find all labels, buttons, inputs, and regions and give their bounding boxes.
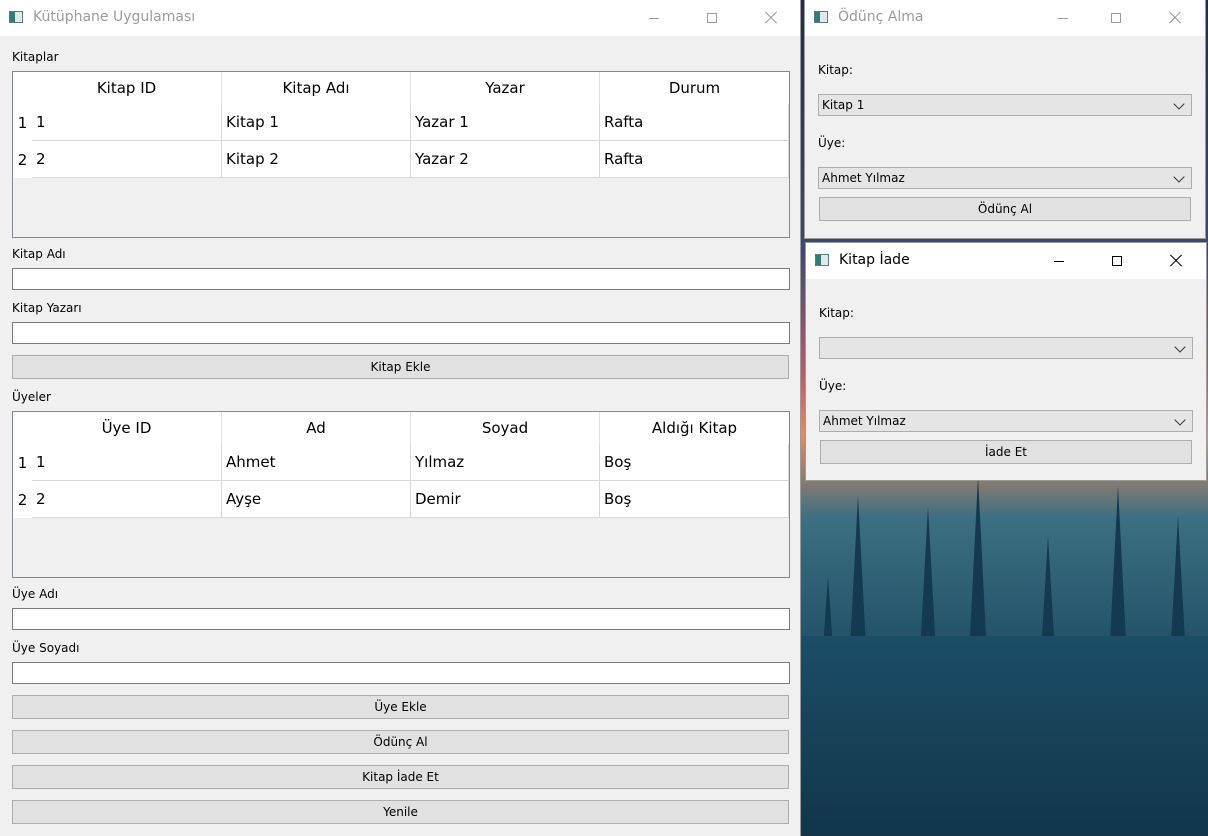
refresh-button[interactable]: Yenile xyxy=(12,800,789,824)
borrow-button[interactable]: Ödünç Al xyxy=(12,730,789,754)
main-window-titlebar[interactable]: Kütüphane Uygulaması xyxy=(0,0,800,36)
book-name-input[interactable] xyxy=(12,268,790,290)
row-header[interactable]: 1 xyxy=(13,444,32,481)
minimize-icon xyxy=(649,17,659,19)
row-header[interactable]: 2 xyxy=(13,481,32,518)
books-table[interactable]: Kitap ID Kitap Adı Yazar Durum 1 1 Kitap… xyxy=(12,71,790,238)
return-window: Kitap İade Kitap: Üye: Ahmet Yılmaz İade… xyxy=(806,243,1206,480)
column-header[interactable]: Ad xyxy=(222,412,411,444)
table-cell[interactable]: Ahmet xyxy=(222,444,411,481)
table-corner xyxy=(13,72,32,104)
book-author-input[interactable] xyxy=(12,322,790,344)
borrow-window-title: Ödünç Alma xyxy=(838,9,924,25)
member-surname-input[interactable] xyxy=(12,662,790,684)
column-header[interactable]: Durum xyxy=(600,72,789,104)
table-cell[interactable]: Rafta xyxy=(600,141,789,178)
minimize-button[interactable] xyxy=(631,0,677,36)
books-section-label: Kitaplar xyxy=(12,50,59,64)
member-name-label: Üye Adı xyxy=(12,587,59,601)
return-member-label: Üye: xyxy=(819,379,847,393)
app-icon xyxy=(814,11,828,23)
close-button[interactable] xyxy=(748,0,794,36)
return-book-select[interactable] xyxy=(819,337,1193,359)
book-name-label: Kitap Adı xyxy=(12,247,66,261)
minimize-button[interactable] xyxy=(1036,243,1082,279)
maximize-icon xyxy=(1112,256,1122,266)
members-section-label: Üyeler xyxy=(12,390,51,404)
return-member-select[interactable]: Ahmet Yılmaz xyxy=(819,410,1193,432)
close-button[interactable] xyxy=(1152,0,1198,36)
minimize-button[interactable] xyxy=(1040,0,1086,36)
table-cell[interactable]: Demir xyxy=(411,481,600,518)
table-cell[interactable]: Boş xyxy=(600,444,789,481)
table-cell[interactable]: 1 xyxy=(32,444,222,481)
close-icon xyxy=(1169,12,1181,24)
add-member-button[interactable]: Üye Ekle xyxy=(12,695,789,719)
borrow-book-selected: Kitap 1 xyxy=(822,98,865,112)
table-cell[interactable]: Rafta xyxy=(600,104,789,141)
app-icon xyxy=(815,254,829,266)
table-corner xyxy=(13,412,32,444)
chevron-down-icon xyxy=(1173,171,1185,183)
close-icon xyxy=(765,12,777,24)
row-header[interactable]: 1 xyxy=(13,104,32,141)
table-cell[interactable]: Kitap 2 xyxy=(222,141,411,178)
chevron-down-icon xyxy=(1174,414,1186,426)
maximize-button[interactable] xyxy=(689,0,735,36)
book-author-label: Kitap Yazarı xyxy=(12,301,82,315)
table-cell[interactable]: Yazar 2 xyxy=(411,141,600,178)
maximize-icon xyxy=(707,13,717,23)
maximize-button[interactable] xyxy=(1093,0,1139,36)
column-header[interactable]: Yazar xyxy=(411,72,600,104)
return-book-button[interactable]: Kitap İade Et xyxy=(12,765,789,789)
table-cell[interactable]: Kitap 1 xyxy=(222,104,411,141)
table-cell[interactable]: 2 xyxy=(32,481,222,518)
column-header[interactable]: Üye ID xyxy=(32,412,222,444)
return-window-title: Kitap İade xyxy=(839,252,910,268)
member-name-input[interactable] xyxy=(12,608,790,630)
close-button[interactable] xyxy=(1153,243,1199,279)
maximize-icon xyxy=(1111,13,1121,23)
return-member-selected: Ahmet Yılmaz xyxy=(823,414,906,428)
member-surname-label: Üye Soyadı xyxy=(12,641,80,655)
table-cell[interactable]: Boş xyxy=(600,481,789,518)
column-header[interactable]: Kitap ID xyxy=(32,72,222,104)
table-cell[interactable]: Yazar 1 xyxy=(411,104,600,141)
table-cell[interactable]: 2 xyxy=(32,141,222,178)
borrow-book-label: Kitap: xyxy=(818,63,853,77)
borrow-member-select[interactable]: Ahmet Yılmaz xyxy=(818,167,1192,189)
row-header[interactable]: 2 xyxy=(13,141,32,178)
minimize-icon xyxy=(1058,17,1068,19)
borrow-window-titlebar[interactable]: Ödünç Alma xyxy=(805,0,1205,36)
chevron-down-icon xyxy=(1174,341,1186,353)
borrow-book-select[interactable]: Kitap 1 xyxy=(818,94,1192,116)
borrow-window: Ödünç Alma Kitap: Kitap 1 Üye: Ahmet Yıl… xyxy=(805,0,1205,238)
main-window: Kütüphane Uygulaması Kitaplar Kitap ID K… xyxy=(0,0,800,836)
close-icon xyxy=(1170,255,1182,267)
column-header[interactable]: Soyad xyxy=(411,412,600,444)
borrow-submit-button[interactable]: Ödünç Al xyxy=(819,197,1191,221)
borrow-member-label: Üye: xyxy=(818,136,846,150)
app-icon xyxy=(9,11,23,23)
minimize-icon xyxy=(1054,260,1064,262)
main-window-title: Kütüphane Uygulaması xyxy=(33,9,196,25)
maximize-button[interactable] xyxy=(1094,243,1140,279)
members-table[interactable]: Üye ID Ad Soyad Aldığı Kitap 1 1 Ahmet Y… xyxy=(12,411,790,578)
table-cell[interactable]: 1 xyxy=(32,104,222,141)
add-book-button[interactable]: Kitap Ekle xyxy=(12,355,789,379)
column-header[interactable]: Kitap Adı xyxy=(222,72,411,104)
borrow-member-selected: Ahmet Yılmaz xyxy=(822,171,905,185)
column-header[interactable]: Aldığı Kitap xyxy=(600,412,789,444)
chevron-down-icon xyxy=(1173,98,1185,110)
return-window-titlebar[interactable]: Kitap İade xyxy=(806,243,1206,279)
table-cell[interactable]: Ayşe xyxy=(222,481,411,518)
return-submit-button[interactable]: İade Et xyxy=(820,440,1192,464)
table-cell[interactable]: Yılmaz xyxy=(411,444,600,481)
return-book-label: Kitap: xyxy=(819,306,854,320)
